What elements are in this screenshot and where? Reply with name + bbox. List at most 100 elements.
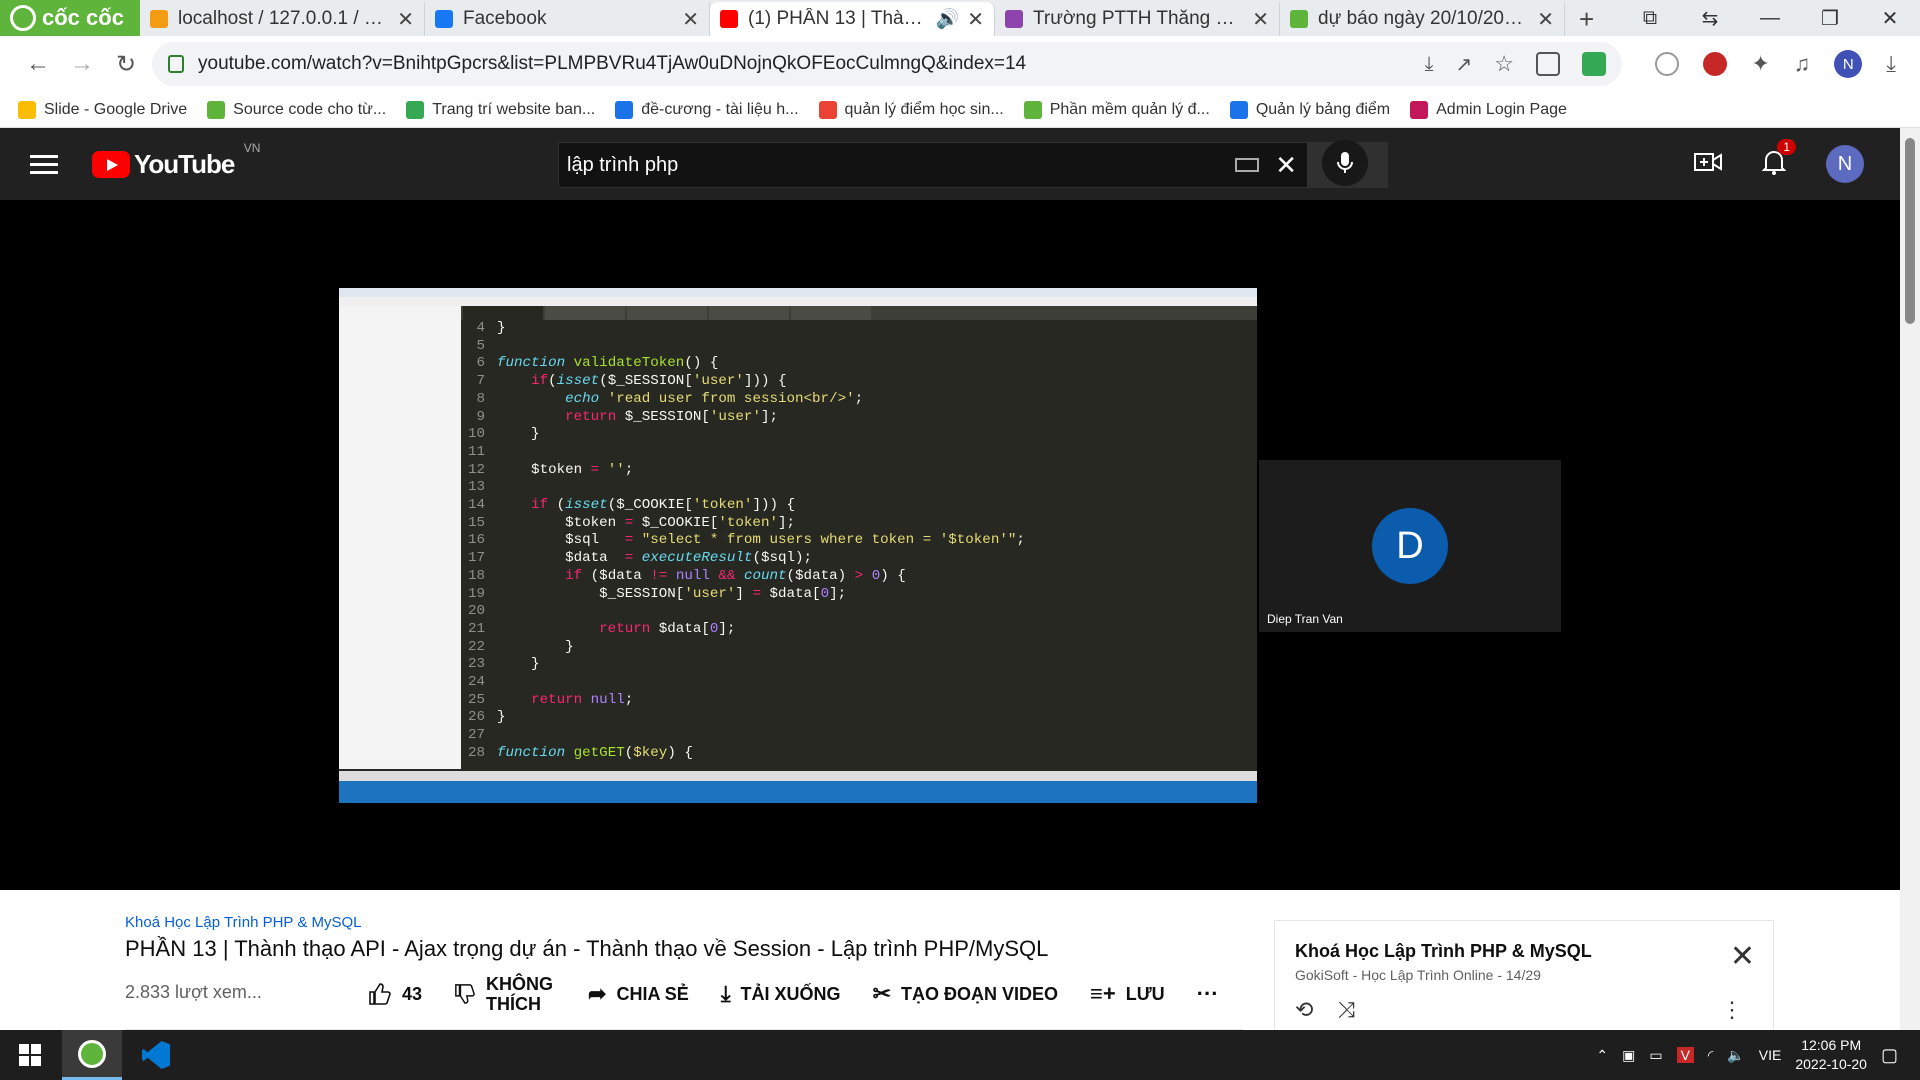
close-playlist-icon[interactable]: ✕ [1730,939,1755,974]
clock[interactable]: 12:06 PM 2022-10-20 [1795,1036,1867,1074]
back-forward-cache-icon[interactable]: ⇆ [1680,6,1740,31]
code-line: 4} [461,320,1237,338]
notifications-bell-icon[interactable]: 1 [1761,138,1796,180]
playlist-more-icon[interactable]: ⋮ [1721,997,1743,1023]
download-extension-icon[interactable] [1582,52,1606,76]
youtube-account-avatar[interactable]: N [1826,145,1864,183]
lock-icon[interactable] [168,55,184,73]
shield-extension-icon[interactable] [1536,52,1560,76]
tab-title: dự báo ngày 20/10/2022 · [1318,8,1530,29]
reload-button[interactable]: ↻ [106,44,146,84]
audio-playing-icon[interactable]: 🔊 [936,7,960,31]
like-button[interactable]: 43 [368,982,422,1006]
bookmark-star-icon[interactable]: ☆ [1494,51,1514,77]
bookmark-item[interactable]: đề-cương - tài liệu h... [615,100,799,119]
close-tab-icon[interactable]: ✕ [682,7,699,32]
bookmark-item[interactable]: Slide - Google Drive [18,100,188,119]
windows-start-button[interactable] [0,1030,60,1080]
participant-name: Diep Tran Van [1267,612,1343,626]
browser-tab[interactable]: dự báo ngày 20/10/2022 · ✕ [1280,2,1565,36]
tray-expand-icon[interactable]: ⌃ [1596,1047,1608,1064]
downloads-icon[interactable]: ⤓ [1886,51,1896,77]
bookmark-item[interactable]: Admin Login Page [1410,100,1567,119]
code-line: 28 function getGET($key) { [461,745,1237,763]
coccoc-menu-button[interactable]: cốc cốc [0,0,140,36]
volume-icon[interactable]: 🔈 [1727,1047,1744,1064]
scrollbar-thumb[interactable] [1905,138,1915,324]
playlist-panel: Khoá Học Lập Trình PHP & MySQL GokiSoft … [1274,920,1774,1030]
share-button[interactable]: ➦ CHIA SẺ [588,981,689,1007]
action-center-icon[interactable]: ▢ [1881,1045,1898,1066]
bookmark-item[interactable]: quản lý điểm học sin... [818,100,1004,119]
wifi-icon[interactable]: ◜ [1708,1047,1713,1064]
video-content-code-editor[interactable]: 4} 5 6 function validateToken() {7 if(isset… [339,288,1257,803]
close-tab-icon[interactable]: ✕ [1252,7,1269,32]
close-window-button[interactable]: ✕ [1860,6,1920,31]
media-control-icon[interactable]: ♫ [1794,51,1811,77]
code-line: 18 if ($data != null && count($data) > 0… [461,568,1237,586]
close-tab-icon[interactable]: ✕ [1537,7,1554,32]
back-button[interactable]: ← [18,44,58,84]
minimize-button[interactable]: — [1740,7,1800,30]
extensions-puzzle-icon[interactable]: ✦ [1751,51,1769,77]
clear-search-icon[interactable]: ✕ [1275,150,1297,181]
editor-menu-bar [339,297,1257,306]
browser-tab[interactable]: (1) PHẦN 13 | Thành th 🔊 ✕ [710,2,995,36]
keyboard-icon[interactable] [1235,158,1260,172]
playlist-panel-subtitle[interactable]: GokiSoft - Học Lập Trình Online - 14/29 [1295,967,1541,983]
new-tab-button[interactable]: + [1565,2,1608,36]
tab-favicon-icon [1290,10,1308,28]
browser-profile-avatar[interactable]: N [1834,50,1863,78]
browser-tab[interactable]: Trường PTTH Thăng Long ✕ [995,2,1280,36]
hamburger-menu-icon[interactable] [30,150,58,179]
bookmark-item[interactable]: Phần mềm quản lý đ... [1023,100,1210,119]
line-number: 28 [467,744,485,761]
bookmark-label: Slide - Google Drive [44,100,188,118]
download-button[interactable]: ⤓ TẢI XUỐNG [721,981,841,1007]
more-actions-icon[interactable]: ··· [1197,981,1219,1007]
tab-strip: cốc cốc localhost / 127.0.0.1 / quả ✕ Face… [0,0,1920,36]
participant-avatar: D [1372,508,1448,584]
dislike-button[interactable]: KHÔNG THÍCH [454,974,556,1014]
navigation-bar: ← → ↻ youtube.com/watch?v=BnihtpGpcrs&li… [0,36,1920,92]
taskbar-coccoc[interactable] [62,1030,122,1080]
line-number: 20 [467,603,485,620]
share-icon[interactable]: ↗ [1456,52,1473,77]
dislike-label: KHÔNG THÍCH [486,974,554,1014]
close-tab-icon[interactable]: ✕ [397,7,414,32]
bookmark-item[interactable]: Quản lý bảng điểm [1229,100,1390,119]
code-line: 14 if (isset($_COOKIE['token'])) { [461,497,1237,515]
search-input[interactable]: lập trình php ✕ [558,142,1308,188]
create-video-icon[interactable] [1694,151,1722,178]
browser-tab[interactable]: Facebook ✕ [425,2,710,36]
bookmark-item[interactable]: Trang trí website ban... [406,100,595,119]
bookmark-item[interactable]: Source code cho từ... [207,100,386,119]
playlist-panel-title[interactable]: Khoá Học Lập Trình PHP & MySQL [1295,941,1592,962]
shuffle-icon[interactable]: ⤨ [1337,997,1355,1023]
youtube-logo[interactable]: YouTube VN [92,141,260,180]
voice-search-button[interactable] [1322,140,1368,186]
search-query[interactable]: lập trình php [567,154,1235,177]
tray-v-icon[interactable]: V [1676,1047,1694,1063]
battery-icon[interactable]: ▭ [1649,1047,1662,1064]
clip-button[interactable]: ✂ TẠO ĐOẠN VIDEO [873,981,1058,1007]
compass-extension-icon[interactable] [1655,52,1680,76]
save-button[interactable]: ≡+ LƯU [1090,981,1165,1007]
code-line: 8 echo 'read user from session<br/>'; [461,391,1237,409]
page-scrollbar[interactable] [1900,128,1920,1030]
browser-tab[interactable]: localhost / 127.0.0.1 / quả ✕ [140,2,425,36]
forward-button[interactable]: → [62,44,102,84]
close-tab-icon[interactable]: ✕ [967,7,984,32]
input-language[interactable]: VIE [1759,1047,1782,1063]
address-bar[interactable]: youtube.com/watch?v=BnihtpGpcrs&list=PLM… [152,42,1622,86]
url-text[interactable]: youtube.com/watch?v=BnihtpGpcrs&list=PLM… [198,53,1026,75]
tray-app-icon[interactable]: ▣ [1622,1047,1635,1064]
download-page-icon[interactable]: ⤓ [1425,53,1434,76]
restore-button[interactable]: ❐ [1800,6,1860,31]
tab-search-icon[interactable]: ⧉ [1620,7,1680,30]
taskbar-vscode[interactable] [126,1030,186,1080]
view-count[interactable]: 2.833 lượt xem... [125,982,262,1003]
loop-playlist-icon[interactable]: ⟲ [1295,997,1313,1023]
ladybug-extension-icon[interactable] [1703,52,1728,76]
playlist-link[interactable]: Khoá Học Lập Trình PHP & MySQL [125,914,362,931]
